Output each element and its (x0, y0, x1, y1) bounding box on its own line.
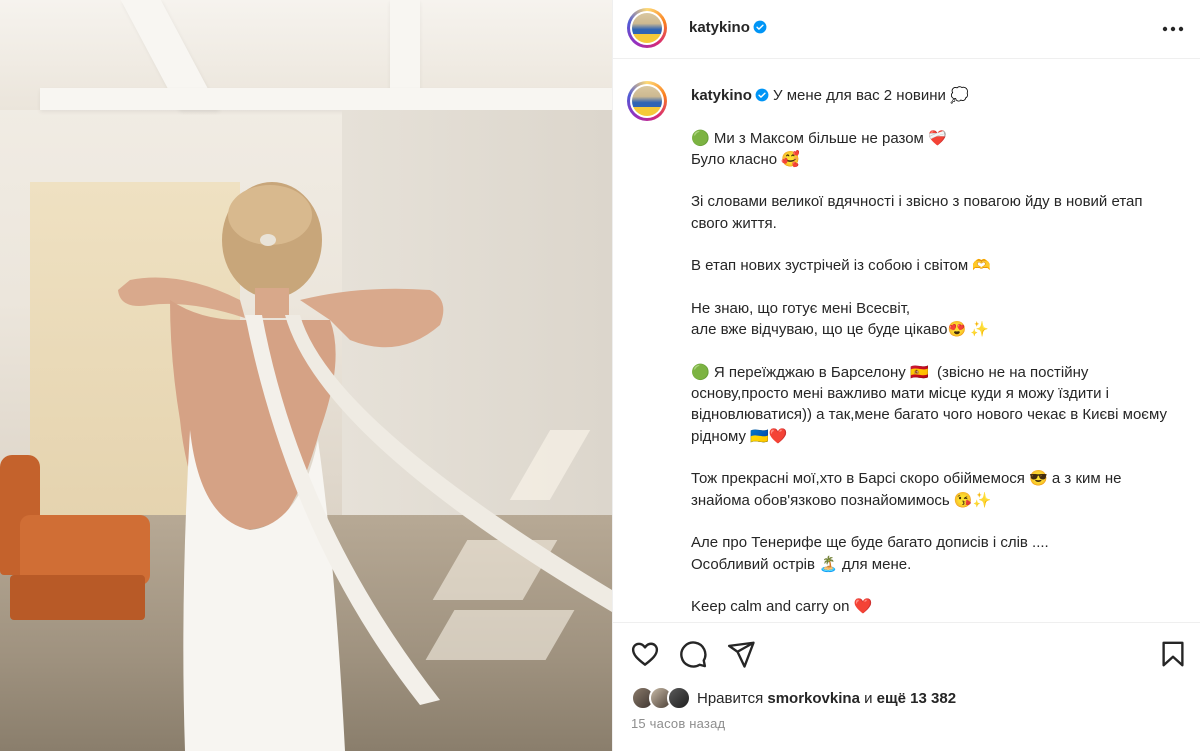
bookmark-icon[interactable] (1158, 639, 1188, 669)
caption-avatar[interactable] (627, 81, 667, 121)
caption-text: katykino У мене для вас 2 новини 💭 🟢 Ми … (691, 85, 1171, 617)
liker-avatar[interactable] (667, 686, 691, 710)
heart-icon[interactable] (630, 639, 660, 669)
caption-line: У мене для вас 2 новини 💭 (773, 87, 969, 104)
post-timestamp[interactable]: 15 часов назад (631, 716, 725, 731)
liked-by-username[interactable]: smorkovkina (767, 690, 860, 707)
caption-line: Особливий острів 🏝️ для мене. (691, 555, 912, 573)
author-avatar[interactable] (627, 8, 667, 48)
verified-badge-icon (755, 88, 769, 102)
caption-line: але вже відчуваю, що це буде цікаво😍 ✨ (691, 321, 990, 339)
post-photo[interactable] (0, 0, 612, 751)
caption-line: Але про Тенерифе ще буде багато дописів … (691, 534, 1049, 552)
likes-joiner: и (864, 689, 873, 707)
liker-avatars[interactable] (631, 686, 691, 710)
photo-woman (118, 182, 612, 751)
caption-line: 🟢 Я переїжджаю в Барселону 🇪🇸 (звісно не… (691, 363, 1172, 445)
caption-line: Не знаю, що готує мені Всесвіт, (691, 299, 911, 317)
caption-line: Було класно 🥰 (691, 150, 800, 168)
caption-line: Тож прекрасні мої,хто в Барсі скоро обій… (691, 470, 1126, 509)
caption-line: Зі словами великої вдячності і звісно з … (691, 193, 1147, 232)
post-header: katykino (613, 0, 1200, 59)
likes-summary: Нравится smorkovkina и ещё 13 382 (631, 685, 956, 711)
post-caption: katykino У мене для вас 2 новини 💭 🟢 Ми … (613, 59, 1200, 622)
author-username[interactable]: katykino (689, 19, 750, 36)
caption-line: Keep calm and carry on ❤️ (691, 598, 873, 616)
caption-username[interactable]: katykino (691, 87, 752, 104)
likes-prefix: Нравится (697, 689, 764, 707)
caption-line: В етап нових зустрічей із собою і світом… (691, 257, 992, 275)
caption-line: 🟢 Ми з Максом більше не разом ❤️‍🩹 (691, 129, 947, 147)
likes-count[interactable]: ещё 13 382 (877, 690, 956, 707)
post-side-panel: katykino katykino У мене для вас 2 новин… (612, 0, 1200, 751)
more-horizontal-icon[interactable] (1160, 16, 1186, 42)
likes-text: Нравится smorkovkina и ещё 13 382 (697, 690, 956, 707)
send-icon[interactable] (726, 639, 756, 669)
verified-badge-icon (753, 20, 767, 34)
post-actions: Нравится smorkovkina и ещё 13 382 15 час… (613, 622, 1200, 752)
comment-icon[interactable] (678, 639, 708, 669)
